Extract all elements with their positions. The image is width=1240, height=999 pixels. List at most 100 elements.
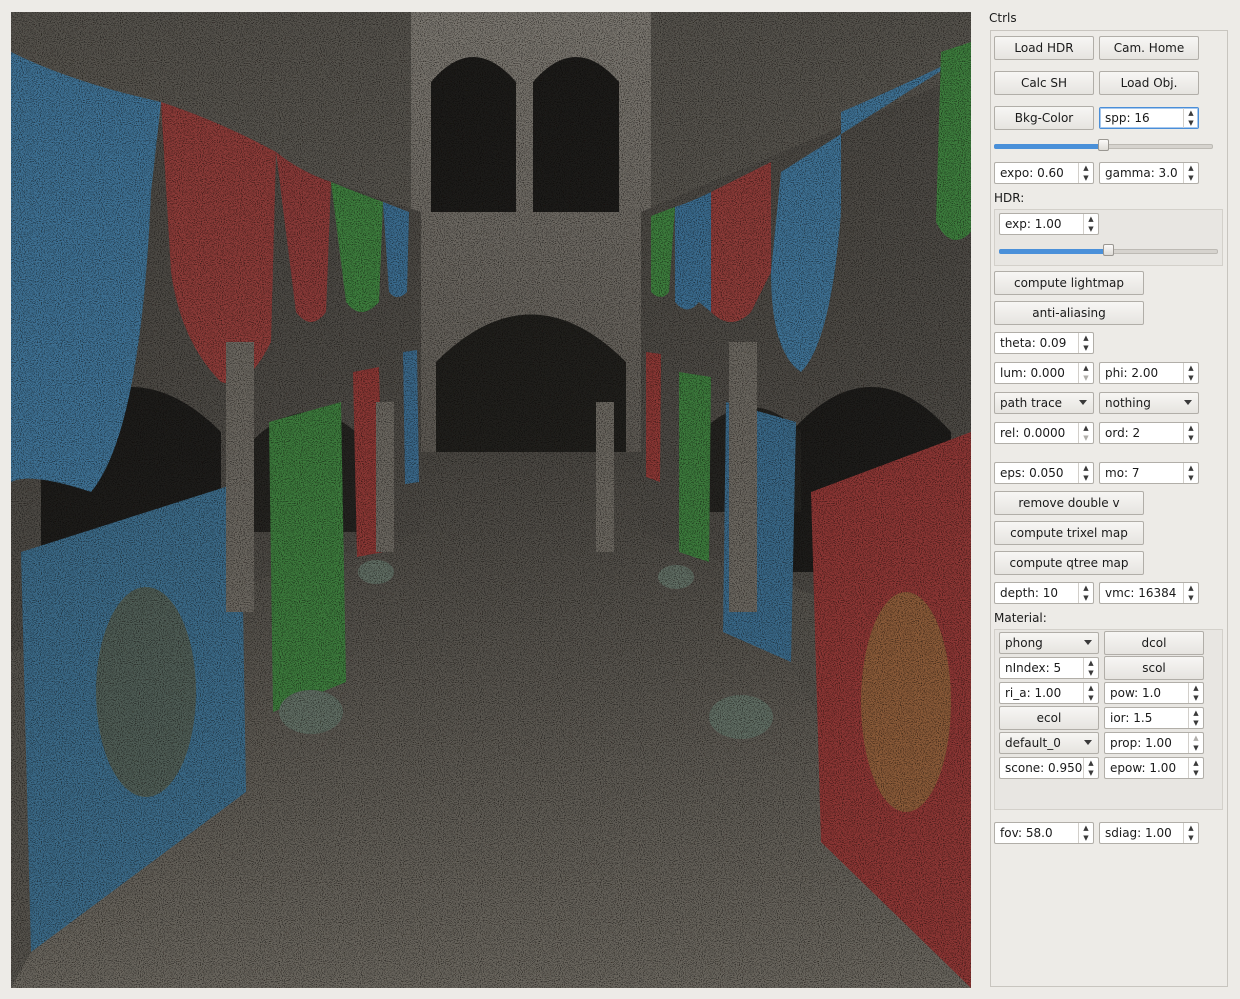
gamma-spinbox[interactable]: gamma: 3.0 ▲ ▼ <box>1099 162 1199 184</box>
spin-up-icon[interactable]: ▲ <box>1084 214 1098 224</box>
rel-value: rel: 0.0000 <box>1000 426 1066 440</box>
chevron-down-icon <box>1084 740 1092 745</box>
spin-down-icon[interactable]: ▼ <box>1084 224 1098 234</box>
ri-a-spinbox[interactable]: ri_a: 1.00 ▲ ▼ <box>999 682 1099 704</box>
epow-spinbox[interactable]: epow: 1.00 ▲ ▼ <box>1104 757 1204 779</box>
spin-down-icon[interactable]: ▼ <box>1184 593 1198 603</box>
chevron-down-icon <box>1079 400 1087 405</box>
spin-up-icon[interactable]: ▲ <box>1184 363 1198 373</box>
hdr-exp-spinbox[interactable]: exp: 1.00 ▲ ▼ <box>999 213 1099 235</box>
anti-aliasing-button[interactable]: anti-aliasing <box>994 301 1144 325</box>
render-mode-select[interactable]: path trace <box>994 392 1094 414</box>
chevron-down-icon <box>1084 640 1092 645</box>
nindex-spinbox[interactable]: nIndex: 5 ▲ ▼ <box>999 657 1099 679</box>
spin-up-icon[interactable]: ▲ <box>1184 463 1198 473</box>
spin-up-icon[interactable]: ▲ <box>1184 108 1198 118</box>
vmc-value: vmc: 16384 <box>1105 586 1177 600</box>
pow-value: pow: 1.0 <box>1110 686 1162 700</box>
spin-down-icon[interactable]: ▼ <box>1184 118 1198 128</box>
spin-down-icon[interactable]: ▼ <box>1189 718 1203 728</box>
ord-spinbox[interactable]: ord: 2 ▲ ▼ <box>1099 422 1199 444</box>
calc-sh-button[interactable]: Calc SH <box>994 71 1094 95</box>
pow-spinbox[interactable]: pow: 1.0 ▲ ▼ <box>1104 682 1204 704</box>
sdiag-spinbox[interactable]: sdiag: 1.00 ▲ ▼ <box>1099 822 1199 844</box>
material-select[interactable]: default_0 <box>999 732 1099 754</box>
spin-up-icon[interactable]: ▲ <box>1189 708 1203 718</box>
spin-down-icon[interactable]: ▼ <box>1079 833 1093 843</box>
spin-up-icon[interactable]: ▲ <box>1184 823 1198 833</box>
spin-down-icon[interactable]: ▼ <box>1184 173 1198 183</box>
bkg-color-button[interactable]: Bkg-Color <box>994 106 1094 130</box>
epow-value: epow: 1.00 <box>1110 761 1177 775</box>
fov-spinbox[interactable]: fov: 58.0 ▲ ▼ <box>994 822 1094 844</box>
spin-up-icon[interactable]: ▲ <box>1189 683 1203 693</box>
spin-down-icon[interactable]: ▼ <box>1184 373 1198 383</box>
load-obj-button[interactable]: Load Obj. <box>1099 71 1199 95</box>
nindex-value: nIndex: 5 <box>1005 661 1062 675</box>
theta-spinbox[interactable]: theta: 0.09 ▲ ▼ <box>994 332 1094 354</box>
vmc-spinbox[interactable]: vmc: 16384 ▲ ▼ <box>1099 582 1199 604</box>
spin-up-icon[interactable]: ▲ <box>1079 823 1093 833</box>
ior-spinbox[interactable]: ior: 1.5 ▲ ▼ <box>1104 707 1204 729</box>
spin-down-icon[interactable]: ▼ <box>1189 743 1203 753</box>
spin-up-icon[interactable]: ▲ <box>1079 463 1093 473</box>
scone-spinbox[interactable]: scone: 0.950 ▲ ▼ <box>999 757 1099 779</box>
spin-up-icon[interactable]: ▲ <box>1184 583 1198 593</box>
depth-value: depth: 10 <box>1000 586 1059 600</box>
compute-trixel-map-button[interactable]: compute trixel map <box>994 521 1144 545</box>
lum-spinbox[interactable]: lum: 0.000 ▲ ▼ <box>994 362 1094 384</box>
spin-up-icon[interactable]: ▲ <box>1079 363 1093 373</box>
render-viewport[interactable] <box>11 12 971 988</box>
spin-down-icon[interactable]: ▼ <box>1079 173 1093 183</box>
spin-up-icon[interactable]: ▲ <box>1184 163 1198 173</box>
slider-handle[interactable] <box>1098 139 1109 151</box>
spp-slider[interactable] <box>994 137 1213 153</box>
spin-up-icon[interactable]: ▲ <box>1079 333 1093 343</box>
spin-down-icon[interactable]: ▼ <box>1184 833 1198 843</box>
load-hdr-button[interactable]: Load HDR <box>994 36 1094 60</box>
cam-home-button[interactable]: Cam. Home <box>1099 36 1199 60</box>
spin-down-icon[interactable]: ▼ <box>1184 473 1198 483</box>
shader-value: phong <box>1005 636 1043 650</box>
spin-down-icon[interactable]: ▼ <box>1189 693 1203 703</box>
spin-up-icon[interactable]: ▲ <box>1084 683 1098 693</box>
spin-up-icon[interactable]: ▲ <box>1189 758 1203 768</box>
ecol-button[interactable]: ecol <box>999 706 1099 730</box>
spin-up-icon[interactable]: ▲ <box>1084 758 1098 768</box>
spp-spinbox[interactable]: spp: 16 ▲ ▼ <box>1099 107 1199 129</box>
slider-fill <box>994 144 1100 149</box>
spin-up-icon[interactable]: ▲ <box>1079 583 1093 593</box>
spin-down-icon[interactable]: ▼ <box>1084 668 1098 678</box>
expo-spinbox[interactable]: expo: 0.60 ▲ ▼ <box>994 162 1094 184</box>
spin-up-icon[interactable]: ▲ <box>1079 423 1093 433</box>
compute-lightmap-button[interactable]: compute lightmap <box>994 271 1144 295</box>
spin-down-icon[interactable]: ▼ <box>1084 693 1098 703</box>
spin-up-icon[interactable]: ▲ <box>1084 658 1098 668</box>
shader-select[interactable]: phong <box>999 632 1099 654</box>
spin-down-icon[interactable]: ▼ <box>1084 768 1098 778</box>
compute-qtree-map-button[interactable]: compute qtree map <box>994 551 1144 575</box>
spin-down-icon[interactable]: ▼ <box>1079 343 1093 353</box>
spin-down-icon[interactable]: ▼ <box>1079 473 1093 483</box>
spp-value: spp: 16 <box>1105 111 1150 125</box>
mo-spinbox[interactable]: mo: 7 ▲ ▼ <box>1099 462 1199 484</box>
depth-spinbox[interactable]: depth: 10 ▲ ▼ <box>994 582 1094 604</box>
spin-down-icon[interactable]: ▼ <box>1189 768 1203 778</box>
overlay-mode-select[interactable]: nothing <box>1099 392 1199 414</box>
spin-up-icon[interactable]: ▲ <box>1079 163 1093 173</box>
remove-double-v-button[interactable]: remove double v <box>994 491 1144 515</box>
hdr-exp-slider[interactable] <box>999 242 1218 258</box>
dcol-button[interactable]: dcol <box>1104 631 1204 655</box>
rel-spinbox[interactable]: rel: 0.0000 ▲ ▼ <box>994 422 1094 444</box>
mo-value: mo: 7 <box>1105 466 1140 480</box>
spin-up-icon[interactable]: ▲ <box>1184 423 1198 433</box>
spin-down-icon[interactable]: ▼ <box>1079 593 1093 603</box>
scol-button[interactable]: scol <box>1104 656 1204 680</box>
prop-value: prop: 1.00 <box>1110 736 1172 750</box>
slider-handle[interactable] <box>1103 244 1114 256</box>
ri-a-value: ri_a: 1.00 <box>1005 686 1062 700</box>
spin-down-icon[interactable]: ▼ <box>1184 433 1198 443</box>
prop-spinbox[interactable]: prop: 1.00 ▲ ▼ <box>1104 732 1204 754</box>
eps-spinbox[interactable]: eps: 0.050 ▲ ▼ <box>994 462 1094 484</box>
phi-spinbox[interactable]: phi: 2.00 ▲ ▼ <box>1099 362 1199 384</box>
